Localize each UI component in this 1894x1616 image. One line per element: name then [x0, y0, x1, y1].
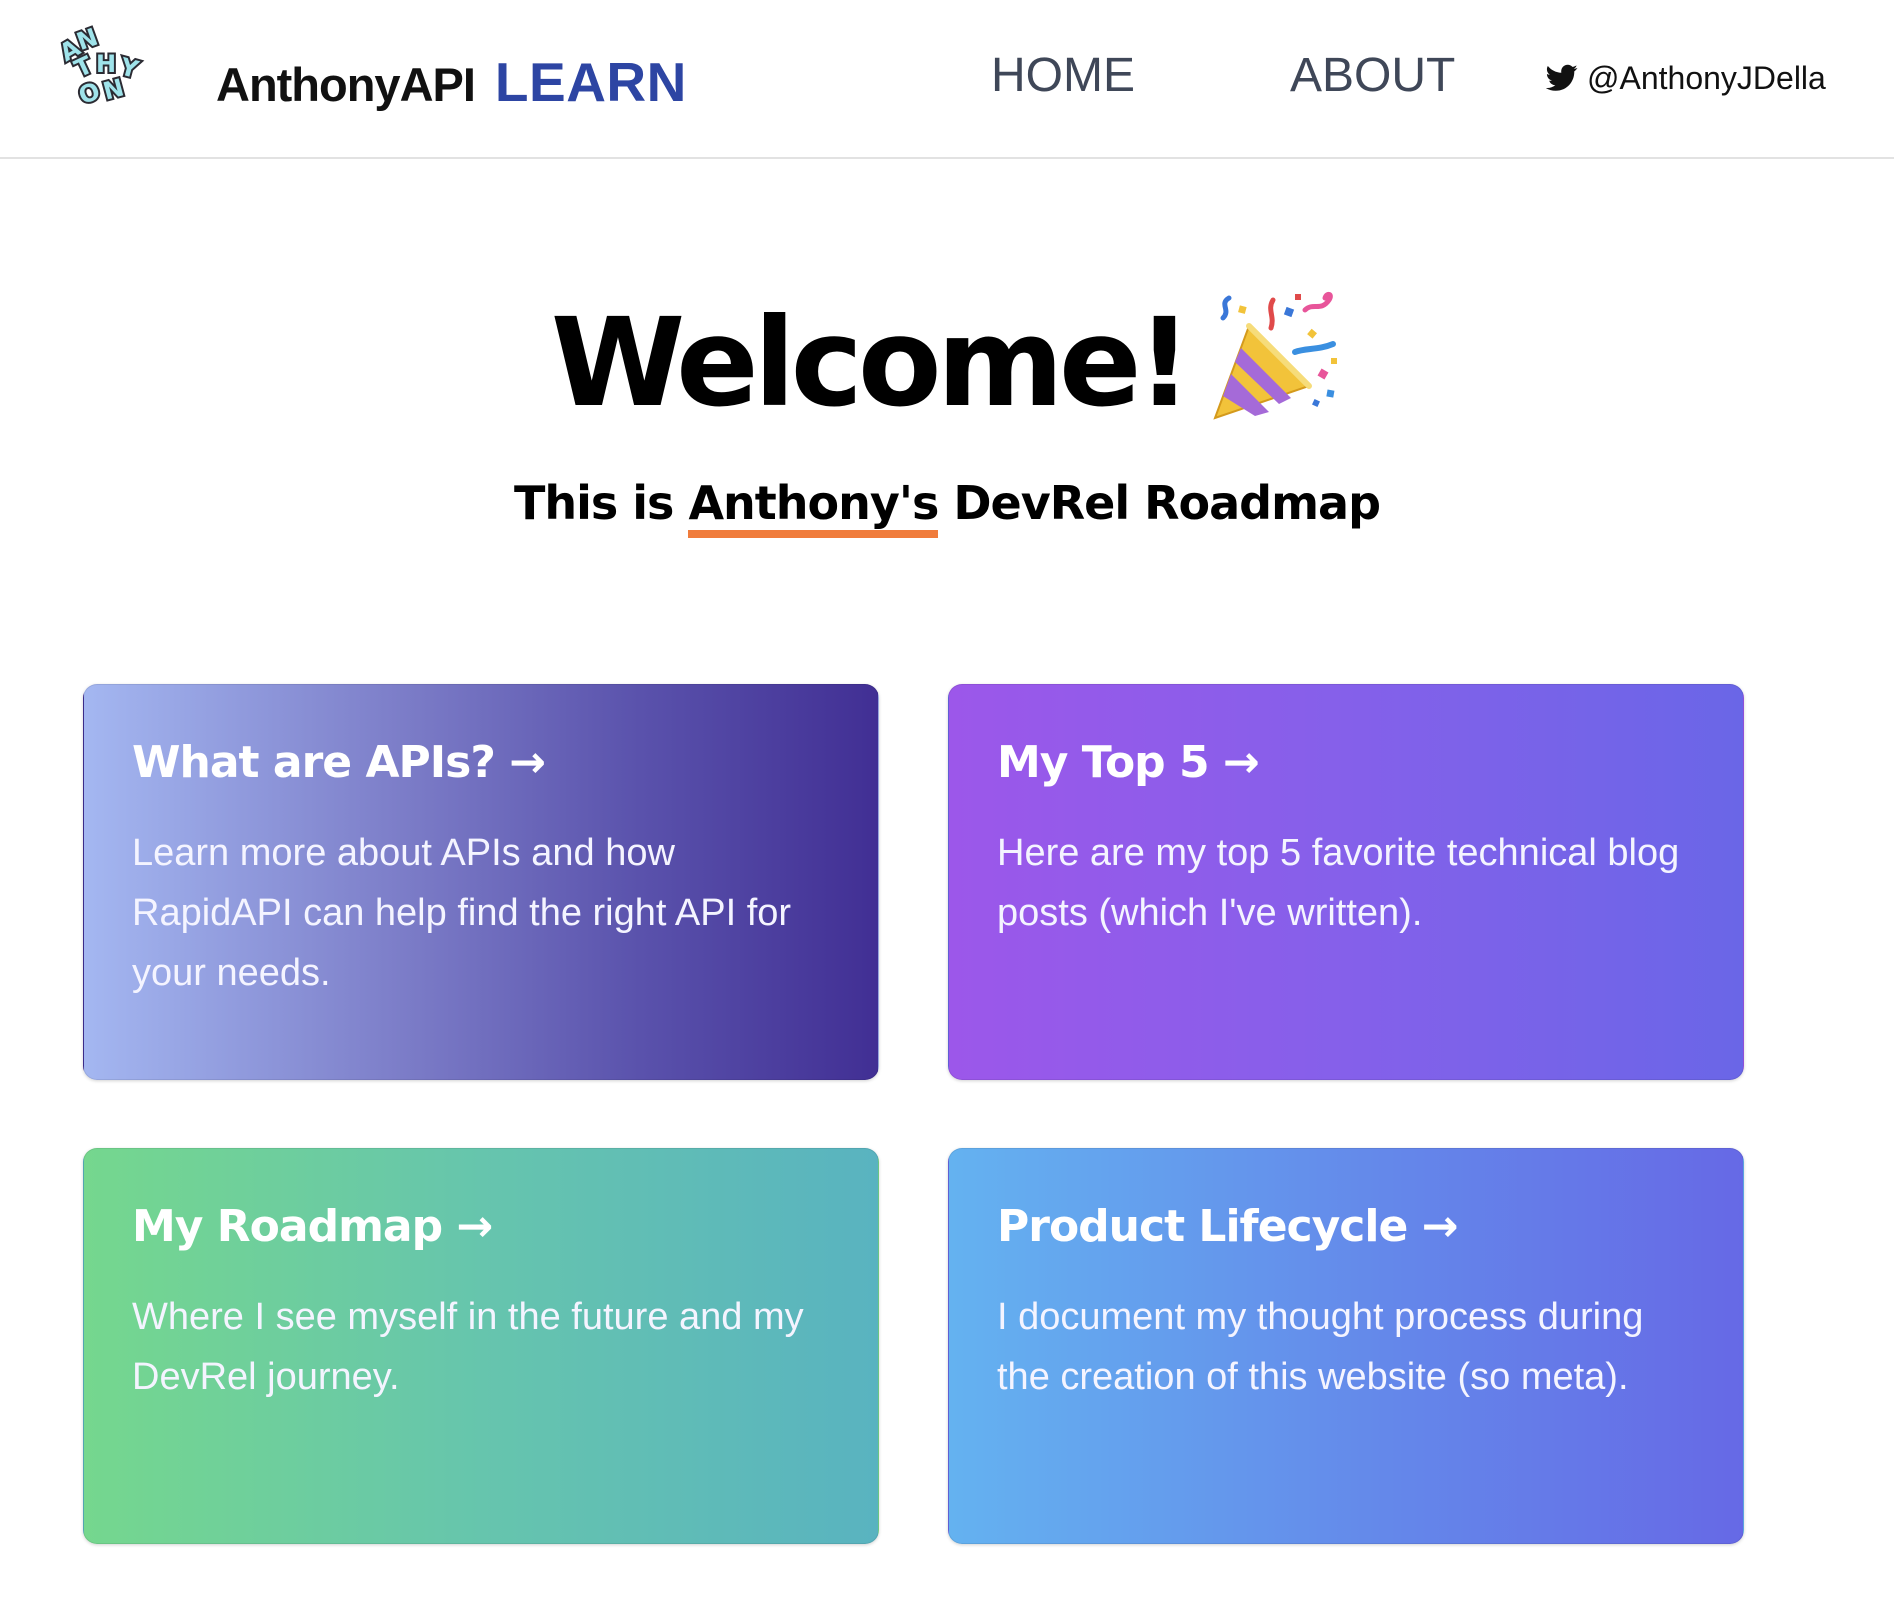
- page-title: Welcome!: [550, 292, 1192, 434]
- brand-sub: LEARN: [494, 51, 687, 113]
- page: A N T H Y O N AnthonyAPI LEARN HOME ABOU…: [0, 0, 1894, 1616]
- subtitle-suffix: DevRel Roadmap: [938, 476, 1381, 530]
- svg-text:O: O: [75, 77, 104, 110]
- nav-home-link[interactable]: HOME: [991, 48, 1135, 103]
- card-text: Here are my top 5 favorite technical blo…: [997, 832, 1680, 934]
- card-my-roadmap[interactable]: My Roadmap → Where I see myself in the f…: [83, 1148, 879, 1544]
- party-popper-icon: [1209, 290, 1343, 424]
- anthony-logo-icon[interactable]: A N T H Y O N: [56, 24, 150, 120]
- twitter-bird-icon: [1546, 64, 1578, 91]
- twitter-handle: @AnthonyJDella: [1587, 59, 1826, 96]
- page-subtitle: This is Anthony's DevRel Roadmap: [0, 476, 1894, 538]
- card-text: Where I see myself in the future and my …: [132, 1296, 804, 1398]
- card-my-top-5[interactable]: My Top 5 → Here are my top 5 favorite te…: [948, 684, 1744, 1080]
- nav-about-link[interactable]: ABOUT: [1290, 48, 1455, 103]
- twitter-link[interactable]: @AnthonyJDella: [1546, 58, 1826, 98]
- card-title: My Roadmap →: [132, 1201, 493, 1252]
- site-header: A N T H Y O N AnthonyAPI LEARN HOME ABOU…: [0, 0, 1894, 159]
- subtitle-highlight: Anthony's: [688, 476, 939, 538]
- card-title: My Top 5 →: [997, 737, 1260, 788]
- card-title: Product Lifecycle →: [997, 1201, 1458, 1252]
- subtitle-prefix: This is: [513, 476, 689, 530]
- card-what-are-apis[interactable]: What are APIs? → Learn more about APIs a…: [83, 684, 879, 1080]
- card-product-lifecycle[interactable]: Product Lifecycle → I document my though…: [948, 1148, 1744, 1544]
- card-text: I document my thought process during the…: [997, 1296, 1644, 1398]
- brand-name: AnthonyAPI: [216, 58, 476, 111]
- card-title: What are APIs? →: [132, 737, 546, 788]
- svg-text:H: H: [96, 50, 116, 78]
- card-text: Learn more about APIs and how RapidAPI c…: [132, 832, 792, 994]
- brand[interactable]: AnthonyAPI LEARN: [216, 50, 687, 113]
- hero-title: Welcome!: [0, 288, 1894, 438]
